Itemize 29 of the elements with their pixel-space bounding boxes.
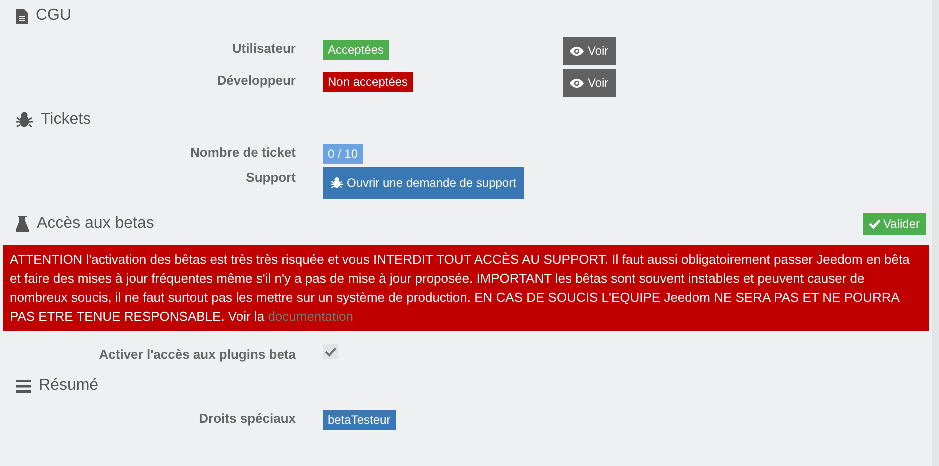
field-label: Activer l'accès aux plugins beta	[99, 347, 296, 362]
document-icon	[16, 8, 28, 24]
section-title: CGU	[36, 6, 72, 26]
field-label: Droits spéciaux	[199, 411, 296, 426]
eye-icon	[570, 78, 584, 88]
menu-icon	[16, 380, 31, 392]
status-badge: betaTesteur	[323, 410, 396, 430]
section-title: Résumé	[39, 376, 99, 396]
open-support-button[interactable]: Ouvrir une demande de support	[323, 167, 524, 199]
check-icon	[324, 346, 336, 356]
status-badge: 0 / 10	[323, 144, 364, 164]
field-label: Nombre de ticket	[190, 145, 296, 160]
section-title: Accès aux betas	[37, 214, 154, 234]
view-button[interactable]: Voir	[563, 37, 616, 65]
field-label: Support	[246, 170, 296, 185]
section-title: Tickets	[41, 110, 92, 130]
validate-button[interactable]: Valider	[862, 213, 926, 235]
bug-icon	[331, 177, 343, 189]
view-button[interactable]: Voir	[563, 69, 616, 97]
eye-icon	[570, 46, 584, 56]
field-label: Développeur	[217, 73, 296, 88]
warning-text: ATTENTION l'activation des bêtas est très très risquée et vous INTERDIT TOUT ACCÈS AU SUPPORT. Il faut aussi obligatoirement passer Jeedom en bêta et faire des mises à jour fréquentes même s'il n'y a pas de mise à jour proposée. IMPORTANT les bêtas sont souvent instables et peuvent causer de nombreux soucis, il ne faut surtout pas les mettre sur un système de production. EN CAS DE SOUCIS L'EQUIPE Jeedom NE SERA PAS ET NE POURRA PAS ETRE TENUE RESPONSABLE. Voir la documentation	[10, 251, 911, 326]
flask-icon	[16, 216, 29, 232]
status-badge: Non acceptées	[323, 72, 414, 92]
bug-icon	[16, 112, 33, 128]
field-label: Utilisateur	[232, 41, 296, 56]
check-icon	[868, 219, 881, 229]
status-badge: Acceptées	[323, 40, 390, 60]
checkbox[interactable]	[323, 344, 338, 359]
